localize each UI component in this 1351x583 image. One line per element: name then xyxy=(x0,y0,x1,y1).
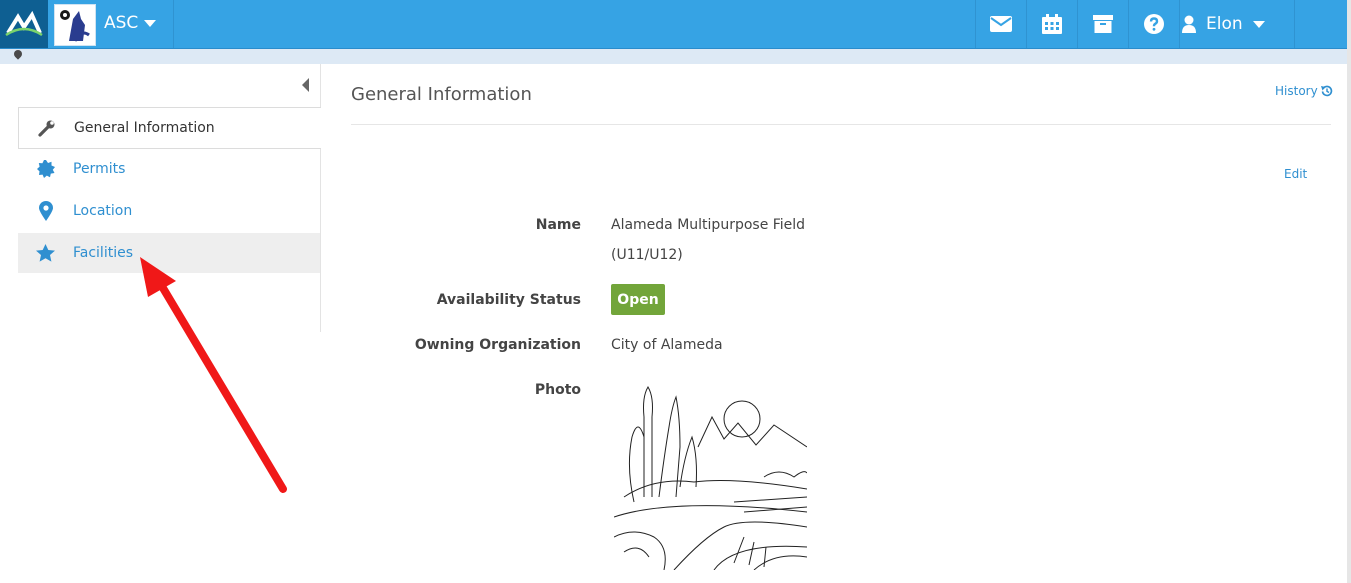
annotation-arrow xyxy=(140,257,287,493)
